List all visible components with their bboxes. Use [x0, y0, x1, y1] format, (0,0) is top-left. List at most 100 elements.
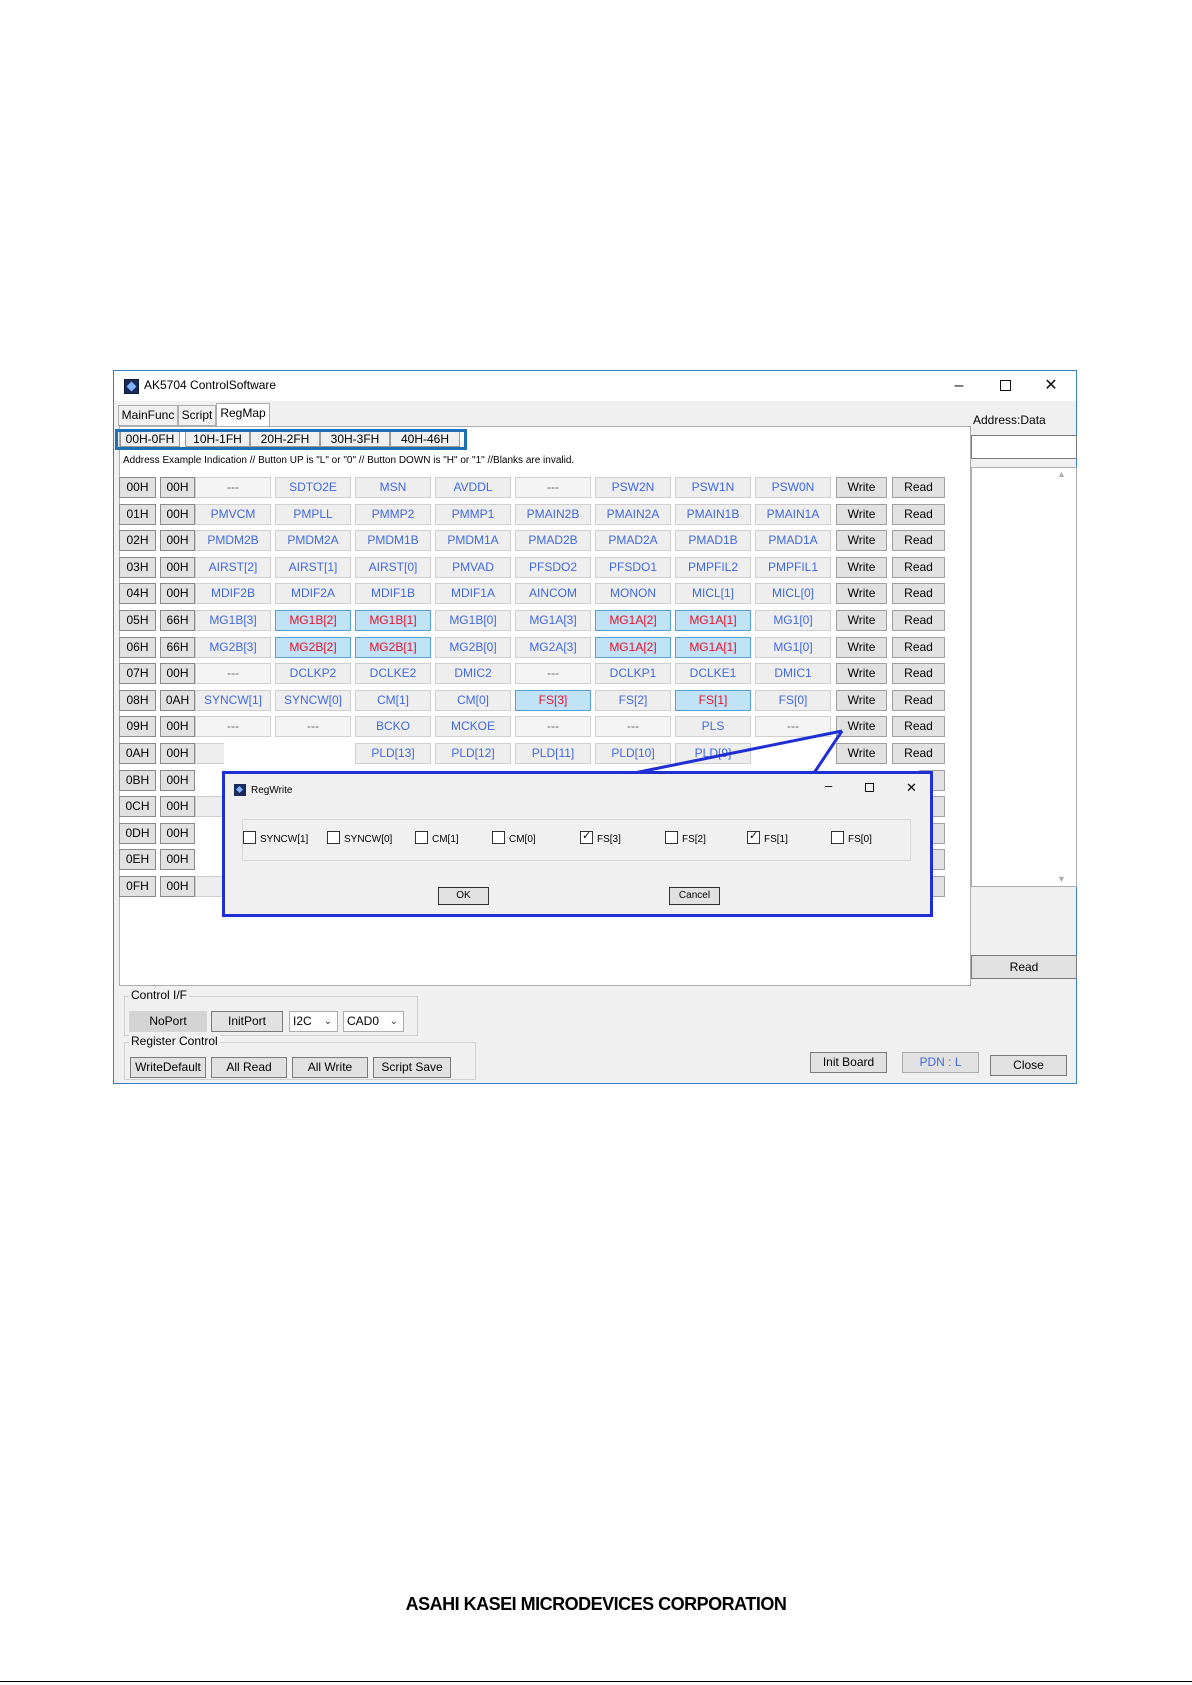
bit-button[interactable]: PLD[9] — [675, 743, 751, 764]
bit-button[interactable]: PMDM2A — [275, 530, 351, 551]
address-data-input[interactable] — [971, 435, 1077, 459]
read-button[interactable]: Read — [892, 716, 945, 737]
bit-button[interactable]: MG1[0] — [755, 637, 831, 658]
write-button[interactable]: Write — [836, 530, 887, 551]
bit-button[interactable]: PLS — [675, 716, 751, 737]
bit-button[interactable]: AIRST[2] — [195, 557, 271, 578]
checkbox-item[interactable]: FS[3] — [580, 829, 621, 845]
all-read-button[interactable]: All Read — [211, 1057, 287, 1078]
bit-button[interactable]: AVDDL — [435, 477, 511, 498]
bit-button[interactable]: DMIC2 — [435, 663, 511, 684]
bit-button[interactable]: MG2B[1] — [355, 637, 431, 658]
bit-button[interactable]: FS[3] — [515, 690, 591, 711]
bit-button[interactable]: MICL[0] — [755, 583, 831, 604]
checkbox-empty-icon[interactable] — [327, 831, 340, 844]
read-button[interactable]: Read — [892, 637, 945, 658]
bit-button[interactable]: SYNCW[0] — [275, 690, 351, 711]
bit-button[interactable]: PMPLL — [275, 504, 351, 525]
bit-button[interactable]: PMAIN1B — [675, 504, 751, 525]
all-write-button[interactable]: All Write — [292, 1057, 368, 1078]
bit-button[interactable]: MG1[0] — [755, 610, 831, 631]
bit-button[interactable]: PMMP1 — [435, 504, 511, 525]
close-button[interactable]: Close — [990, 1055, 1067, 1076]
bit-button[interactable]: MG2A[3] — [515, 637, 591, 658]
checkbox-checked-icon[interactable] — [747, 829, 760, 844]
pdn-button[interactable]: PDN : L — [902, 1052, 979, 1073]
bit-button[interactable]: MICL[1] — [675, 583, 751, 604]
bit-button[interactable]: --- — [275, 716, 351, 737]
write-button[interactable]: Write — [836, 583, 887, 604]
ok-button[interactable]: OK — [438, 887, 489, 905]
write-button[interactable]: Write — [836, 610, 887, 631]
bit-button[interactable]: PLD[12] — [435, 743, 511, 764]
bit-button[interactable]: PMPFIL2 — [675, 557, 751, 578]
initport-button[interactable]: InitPort — [211, 1011, 283, 1032]
bit-button[interactable]: PMDM1B — [355, 530, 431, 551]
bit-button[interactable]: --- — [515, 663, 591, 684]
close-window-button[interactable]: ✕ — [1028, 374, 1074, 398]
cancel-button[interactable]: Cancel — [669, 887, 720, 905]
bit-button[interactable]: AIRST[1] — [275, 557, 351, 578]
bit-button[interactable]: PLD[10] — [595, 743, 671, 764]
write-button[interactable]: Write — [836, 716, 887, 737]
read-button[interactable]: Read — [892, 504, 945, 525]
bit-button[interactable]: --- — [595, 716, 671, 737]
write-button[interactable]: Write — [836, 504, 887, 525]
checkbox-item[interactable]: FS[1] — [747, 829, 788, 845]
read-button[interactable]: Read — [892, 690, 945, 711]
bit-button[interactable]: --- — [195, 477, 271, 498]
bit-button[interactable]: MG1A[2] — [595, 637, 671, 658]
script-save-button[interactable]: Script Save — [373, 1057, 451, 1078]
write-button[interactable]: Write — [836, 663, 887, 684]
bit-button[interactable]: PSW1N — [675, 477, 751, 498]
bit-button[interactable]: MONON — [595, 583, 671, 604]
bit-button[interactable]: CM[0] — [435, 690, 511, 711]
bit-button[interactable]: FS[1] — [675, 690, 751, 711]
bit-button[interactable]: CM[1] — [355, 690, 431, 711]
bit-button[interactable]: PLD[13] — [355, 743, 431, 764]
checkbox-item[interactable]: SYNCW[0] — [327, 831, 392, 845]
init-board-button[interactable]: Init Board — [810, 1052, 887, 1073]
bit-button[interactable]: DMIC1 — [755, 663, 831, 684]
bit-button[interactable]: PMVAD — [435, 557, 511, 578]
checkbox-empty-icon[interactable] — [243, 831, 256, 844]
bit-button[interactable]: DCLKE2 — [355, 663, 431, 684]
bit-button[interactable]: PSW0N — [755, 477, 831, 498]
bit-button[interactable]: --- — [195, 716, 271, 737]
bit-button[interactable]: MG1B[2] — [275, 610, 351, 631]
bit-button[interactable]: PMPFIL1 — [755, 557, 831, 578]
checkbox-empty-icon[interactable] — [665, 831, 678, 844]
checkbox-item[interactable]: SYNCW[1] — [243, 831, 308, 845]
maximize-button[interactable] — [982, 374, 1028, 398]
bit-button[interactable]: SDTO2E — [275, 477, 351, 498]
read-button[interactable]: Read — [892, 743, 945, 764]
tab-mainfunc[interactable]: MainFunc — [118, 405, 178, 426]
bit-button[interactable]: PLD[11] — [515, 743, 591, 764]
bit-button[interactable]: MDIF2B — [195, 583, 271, 604]
bit-button[interactable]: AINCOM — [515, 583, 591, 604]
bit-button[interactable]: PFSDO1 — [595, 557, 671, 578]
bit-button[interactable]: MG1A[1] — [675, 610, 751, 631]
checkbox-item[interactable]: FS[0] — [831, 831, 872, 845]
scroll-down-icon[interactable]: ▼ — [1057, 874, 1066, 884]
bit-button[interactable]: MG1B[1] — [355, 610, 431, 631]
write-button[interactable]: Write — [836, 690, 887, 711]
bit-button[interactable]: DCLKP1 — [595, 663, 671, 684]
bit-button[interactable]: MDIF2A — [275, 583, 351, 604]
bit-button[interactable]: AIRST[0] — [355, 557, 431, 578]
bit-button[interactable]: MG1A[1] — [675, 637, 751, 658]
checkbox-item[interactable]: CM[1] — [415, 831, 459, 845]
bit-button[interactable]: --- — [515, 477, 591, 498]
bit-button[interactable]: --- — [195, 663, 271, 684]
checkbox-item[interactable]: FS[2] — [665, 831, 706, 845]
minimize-button[interactable]: – — [936, 374, 982, 398]
bit-button[interactable]: PMVCM — [195, 504, 271, 525]
read-button[interactable]: Read — [892, 530, 945, 551]
bit-button[interactable]: MG2B[0] — [435, 637, 511, 658]
read-button[interactable]: Read — [892, 663, 945, 684]
bit-button[interactable]: MG1B[3] — [195, 610, 271, 631]
bit-button[interactable]: MDIF1A — [435, 583, 511, 604]
bit-button[interactable]: MSN — [355, 477, 431, 498]
bit-button[interactable]: MG2B[2] — [275, 637, 351, 658]
read-button[interactable]: Read — [892, 583, 945, 604]
